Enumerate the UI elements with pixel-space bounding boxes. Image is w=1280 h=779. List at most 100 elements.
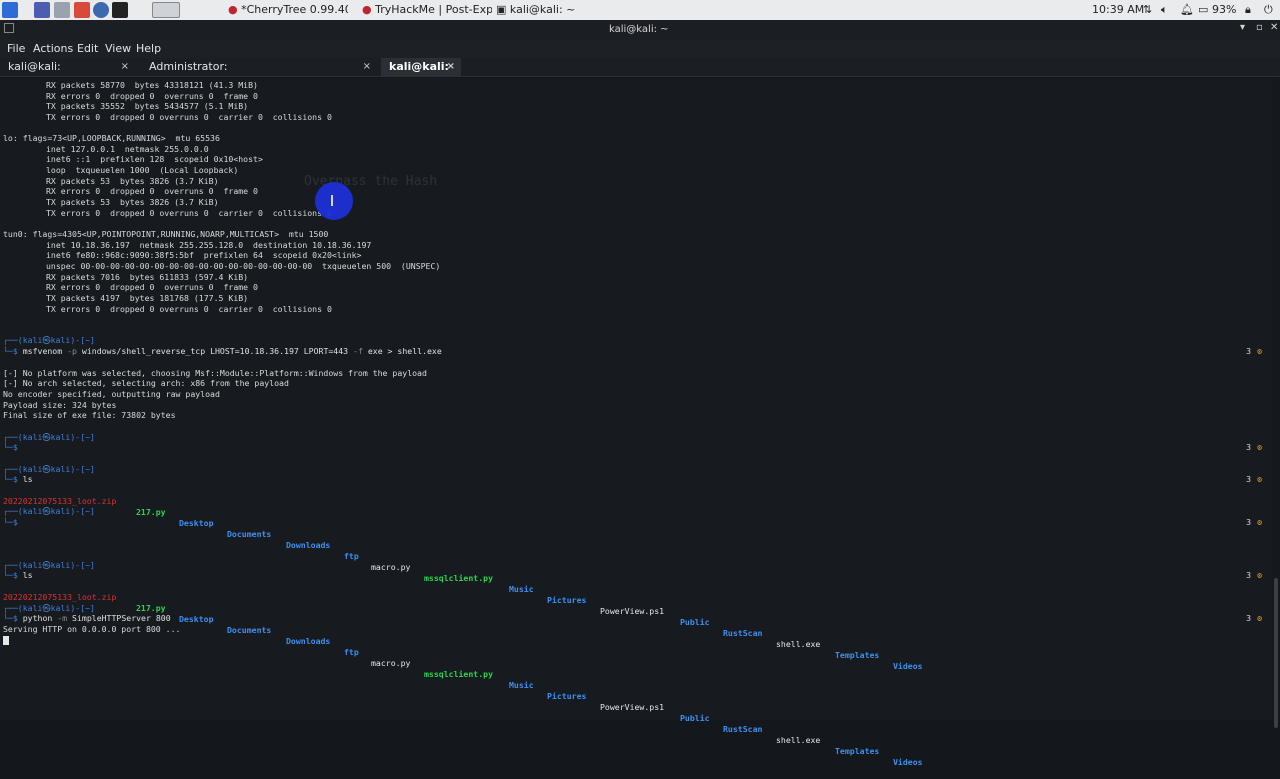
cherrytree-icon: ●	[228, 3, 238, 16]
battery-percent: 93%	[1212, 3, 1237, 16]
file-entry: PowerView.ps1	[600, 606, 665, 616]
taskbar-item-terminal[interactable]: ▣ kali@kali: ~	[496, 0, 586, 20]
gear-icon: ⚙	[1257, 570, 1262, 580]
file-entry: Videos	[893, 661, 923, 671]
gear-icon: ⚙	[1257, 474, 1262, 484]
network-icon[interactable]: ⇅	[1143, 0, 1152, 20]
volume-icon[interactable]: 🔈︎	[1161, 0, 1168, 20]
clock[interactable]: 10:39 AM	[1092, 0, 1144, 20]
workspace-icon[interactable]	[152, 2, 180, 18]
file-entry: PowerView.ps1	[600, 702, 665, 712]
notifications-icon[interactable]: 🔔︎	[1180, 0, 1194, 20]
terminal-output[interactable]: Overpass the Hash RX packets 58770 bytes…	[0, 78, 1272, 767]
file-entry: macro.py	[371, 562, 411, 572]
tab-close-icon[interactable]: ×	[363, 58, 371, 76]
prompt-header: ┌──(kali㉿kali)-[~]	[3, 335, 95, 345]
ls-output: 20220212075133_loot.zip 217.py Desktop D…	[3, 581, 923, 767]
ifconfig-line: lo: flags=73<UP,LOOPBACK,RUNNING> mtu 65…	[3, 133, 220, 143]
gear-icon: ⚙	[1257, 517, 1262, 527]
output-line: [-] No arch selected, selecting arch: x8…	[3, 378, 289, 388]
power-icon[interactable]: ⏻	[1264, 0, 1273, 20]
terminal-icon: ▣	[496, 3, 507, 16]
kali-menu-icon[interactable]	[2, 2, 18, 18]
file-entry: Videos	[893, 757, 923, 767]
file-entry: shell.exe	[776, 735, 821, 745]
file-entry: Downloads	[286, 636, 331, 646]
file-entry: 217.py	[136, 507, 166, 517]
taskbar: ● *CherryTree 0.99.40 ● TryHackMe | Post…	[0, 0, 1280, 20]
ifconfig-line: RX errors 0 dropped 0 overruns 0 frame 0	[46, 282, 258, 292]
command-line: └─$ msfvenom -p windows/shell_reverse_tc…	[3, 346, 442, 356]
ls-output: 20220212075133_loot.zip 217.py Desktop D…	[3, 485, 923, 671]
gear-icon: ⚙	[1257, 613, 1262, 623]
ifconfig-line: unspec 00-00-00-00-00-00-00-00-00-00-00-…	[46, 261, 441, 271]
mouse-cursor-icon	[331, 195, 333, 206]
ifconfig-line: RX errors 0 dropped 0 overruns 0 frame 0	[46, 186, 258, 196]
tab-kali-home[interactable]: kali@kali: ~×	[381, 58, 461, 91]
file-entry: ftp	[344, 551, 359, 561]
lock-icon[interactable]: 🔒︎	[1245, 0, 1251, 20]
ifconfig-line: loop txqueuelen 1000 (Local Loopback)	[46, 165, 239, 175]
tab-downloads[interactable]: kali@kali: ~/Downloads×	[0, 58, 135, 91]
file-entry: Music	[509, 680, 534, 690]
tab-close-icon[interactable]: ×	[121, 58, 129, 76]
prompt-header: ┌──(kali㉿kali)-[~]	[3, 506, 95, 516]
taskbar-item-cherrytree[interactable]: ● *CherryTree 0.99.40	[228, 0, 348, 20]
status-indicator: 3 ⚙	[1246, 570, 1262, 580]
file-entry: RustScan	[723, 628, 763, 638]
tab-cmd[interactable]: Administrator: c:\windows\system32\cmd.e…	[141, 58, 377, 91]
status-indicator: 3 ⚙	[1246, 613, 1262, 623]
status-indicator: 3 ⚙	[1246, 474, 1262, 484]
click-highlight	[315, 182, 353, 220]
menu-file[interactable]: File	[7, 42, 25, 55]
file-entry: Music	[509, 584, 534, 594]
file-entry: Desktop	[179, 518, 214, 528]
file-entry: Templates	[835, 746, 880, 756]
tab-close-icon[interactable]: ×	[447, 58, 455, 76]
taskbar-item-tryhackme[interactable]: ● TryHackMe | Post-Explo...	[362, 0, 492, 20]
gear-icon: ⚙	[1257, 346, 1262, 356]
maximize-icon[interactable]: ▫	[1256, 22, 1263, 33]
show-desktop-icon[interactable]	[34, 2, 50, 18]
ifconfig-line: TX errors 0 dropped 0 overruns 0 carrier…	[46, 208, 332, 218]
close-icon[interactable]: ✕	[1270, 22, 1278, 33]
file-entry: Pictures	[547, 595, 587, 605]
ifconfig-line: RX packets 58770 bytes 43318121 (41.3 Mi…	[46, 80, 258, 90]
ifconfig-line: inet6 ::1 prefixlen 128 scopeid 0x10<hos…	[46, 154, 263, 164]
prompt-symbol: └─$	[3, 442, 18, 452]
menu-actions[interactable]: Actions	[33, 42, 73, 55]
file-entry: shell.exe	[776, 639, 821, 649]
tryhackme-icon: ●	[362, 3, 372, 16]
terminal-launcher-icon[interactable]	[112, 2, 128, 18]
ifconfig-line: tun0: flags=4305<UP,POINTOPOINT,RUNNING,…	[3, 229, 329, 239]
status-indicator: 3 ⚙	[1246, 517, 1262, 527]
prompt-symbol: └─$	[3, 517, 18, 527]
text-cursor	[3, 636, 9, 645]
file-entry: ftp	[344, 647, 359, 657]
scrollbar-thumb[interactable]	[1274, 578, 1278, 728]
terminal-scrollbar[interactable]	[1272, 78, 1280, 728]
ifconfig-line: TX packets 53 bytes 3826 (3.7 KiB)	[46, 197, 219, 207]
file-entry: Public	[680, 617, 710, 627]
ifconfig-line: TX packets 35552 bytes 5434577 (5.1 MiB)	[46, 101, 249, 111]
status-indicator: 3 ⚙	[1246, 346, 1262, 356]
output-line: Serving HTTP on 0.0.0.0 port 800 ...	[3, 624, 181, 634]
files-icon[interactable]	[54, 2, 70, 18]
window-title: kali@kali: ~	[609, 24, 669, 35]
minimize-icon[interactable]: ▾	[1240, 22, 1245, 33]
menu-edit[interactable]: Edit	[77, 42, 98, 55]
text-editor-icon[interactable]	[74, 2, 90, 18]
browser-icon[interactable]	[93, 2, 109, 18]
output-line: No encoder specified, outputting raw pay…	[3, 389, 220, 399]
file-entry: Desktop	[179, 614, 214, 624]
gear-icon: ⚙	[1257, 442, 1262, 452]
ifconfig-line: TX errors 0 dropped 0 overruns 0 carrier…	[46, 304, 332, 314]
file-entry: RustScan	[723, 724, 763, 734]
command-line: └─$ python -m SimpleHTTPServer 800	[3, 613, 171, 623]
menu-help[interactable]: Help	[136, 42, 161, 55]
menu-view[interactable]: View	[105, 42, 131, 55]
file-entry: Pictures	[547, 691, 587, 701]
battery-icon[interactable]: ▭	[1198, 0, 1208, 20]
window-icon	[4, 23, 14, 33]
file-entry: 20220212075133_loot.zip	[3, 592, 117, 602]
